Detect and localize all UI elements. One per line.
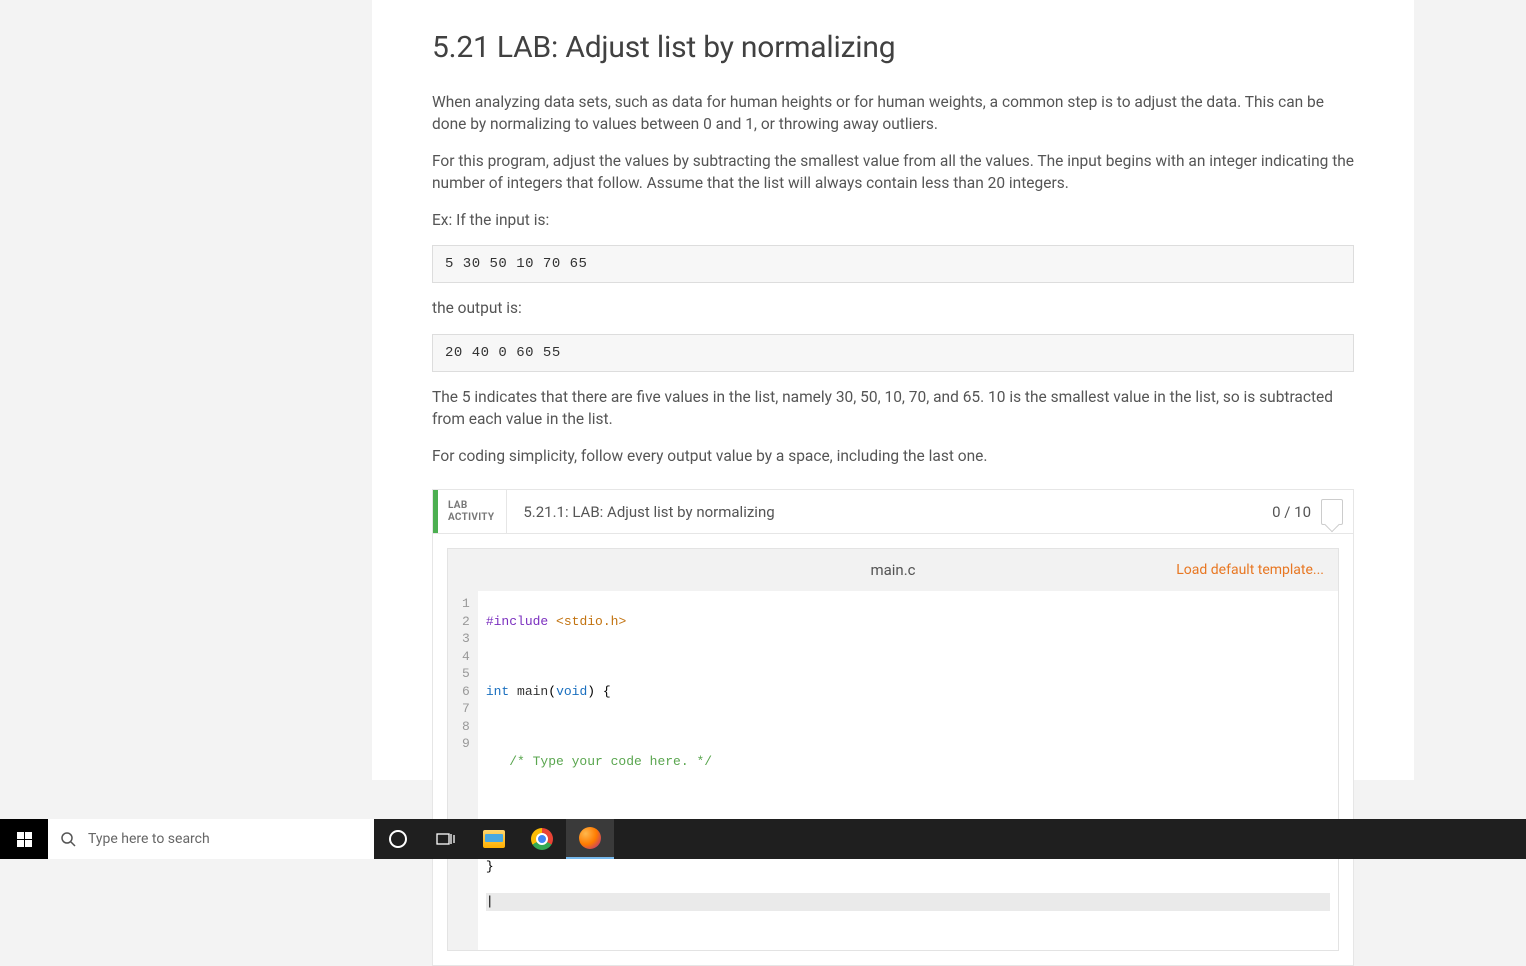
page-background: 5.21 LAB: Adjust list by normalizing Whe… bbox=[0, 0, 1526, 780]
line-number: 5 bbox=[462, 665, 470, 683]
code-editor[interactable]: main.c Load default template... 1 2 3 4 … bbox=[447, 548, 1339, 951]
taskbar-icon-tray bbox=[374, 819, 614, 859]
lab-body: main.c Load default template... 1 2 3 4 … bbox=[433, 534, 1353, 965]
lab-header: LAB ACTIVITY 5.21.1: LAB: Adjust list by… bbox=[433, 490, 1353, 534]
file-explorer-icon bbox=[483, 830, 505, 848]
cortana-button[interactable] bbox=[374, 819, 422, 859]
editor-filename: main.c bbox=[870, 561, 915, 579]
example-label: Ex: If the input is: bbox=[432, 209, 1354, 231]
line-number: 8 bbox=[462, 718, 470, 736]
load-default-template-link[interactable]: Load default template... bbox=[1176, 562, 1324, 578]
chrome-icon bbox=[531, 828, 553, 850]
windows-taskbar: Type here to search bbox=[0, 819, 1526, 859]
search-icon bbox=[60, 831, 76, 847]
taskbar-search-box[interactable]: Type here to search bbox=[48, 819, 374, 859]
chrome-button[interactable] bbox=[518, 819, 566, 859]
line-number: 1 bbox=[462, 595, 470, 613]
line-number: 7 bbox=[462, 700, 470, 718]
paragraph-hint: For coding simplicity, follow every outp… bbox=[432, 445, 1354, 467]
editor-toolbar: main.c Load default template... bbox=[448, 549, 1338, 591]
code-area[interactable]: 1 2 3 4 5 6 7 8 9 #include <stdio.h> int… bbox=[448, 591, 1338, 950]
example-input-block: 5 30 50 10 70 65 bbox=[432, 245, 1354, 283]
lab-label-line2: ACTIVITY bbox=[448, 512, 494, 524]
line-number: 6 bbox=[462, 683, 470, 701]
output-label: the output is: bbox=[432, 297, 1354, 319]
code-lines[interactable]: #include <stdio.h> int main(void) { /* T… bbox=[478, 591, 1338, 950]
task-view-button[interactable] bbox=[422, 819, 470, 859]
content-card: 5.21 LAB: Adjust list by normalizing Whe… bbox=[372, 0, 1414, 780]
lab-type-label: LAB ACTIVITY bbox=[438, 490, 507, 533]
windows-logo-icon bbox=[17, 832, 32, 847]
lab-score-text: 0 / 10 bbox=[1272, 503, 1311, 521]
line-number-gutter: 1 2 3 4 5 6 7 8 9 bbox=[448, 591, 478, 950]
lab-score: 0 / 10 bbox=[1272, 490, 1353, 533]
lab-activity-panel: LAB ACTIVITY 5.21.1: LAB: Adjust list by… bbox=[432, 489, 1354, 966]
firefox-button[interactable] bbox=[566, 819, 614, 859]
lab-label-line1: LAB bbox=[448, 500, 494, 512]
paragraph-instructions: For this program, adjust the values by s… bbox=[432, 150, 1354, 195]
line-number: 2 bbox=[462, 613, 470, 631]
line-number: 3 bbox=[462, 630, 470, 648]
line-number: 9 bbox=[462, 735, 470, 753]
score-badge-icon bbox=[1321, 499, 1343, 525]
paragraph-intro: When analyzing data sets, such as data f… bbox=[432, 91, 1354, 136]
line-number: 4 bbox=[462, 648, 470, 666]
cortana-icon bbox=[389, 830, 407, 848]
example-output-block: 20 40 0 60 55 bbox=[432, 334, 1354, 372]
file-explorer-button[interactable] bbox=[470, 819, 518, 859]
start-button[interactable] bbox=[0, 819, 48, 859]
firefox-icon bbox=[579, 827, 601, 849]
search-placeholder: Type here to search bbox=[88, 831, 210, 847]
lab-activity-title: 5.21.1: LAB: Adjust list by normalizing bbox=[507, 490, 1272, 533]
task-view-icon bbox=[436, 831, 456, 847]
page-title: 5.21 LAB: Adjust list by normalizing bbox=[432, 30, 1354, 65]
paragraph-explanation: The 5 indicates that there are five valu… bbox=[432, 386, 1354, 431]
